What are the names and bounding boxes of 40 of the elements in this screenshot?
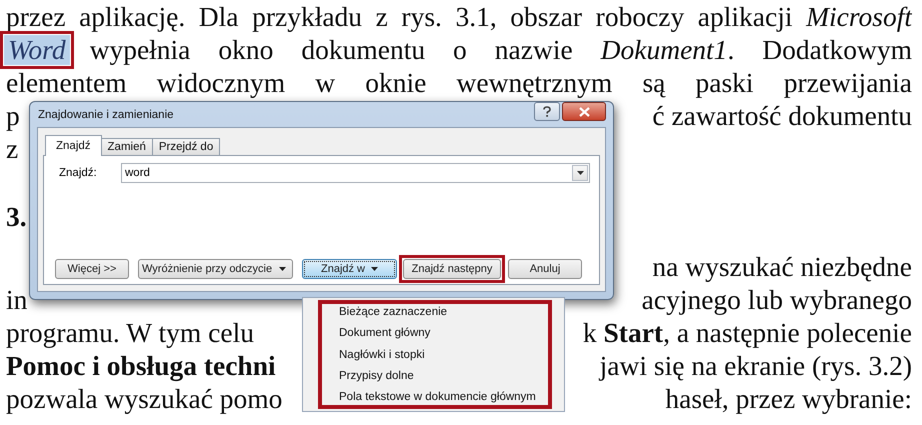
text-fragment: pozwala wyszukać pomo bbox=[6, 382, 282, 415]
button[interactable]: Znajdź następny bbox=[403, 259, 501, 279]
window-title: Znajdowanie i zamienianie bbox=[37, 108, 175, 120]
tab[interactable]: Przejdź do bbox=[152, 138, 220, 155]
text-fragment: acyjnego lub wybranego bbox=[642, 283, 912, 316]
help-icon bbox=[542, 106, 552, 118]
text-fragment: in bbox=[6, 283, 28, 316]
text-fragment: p bbox=[6, 99, 20, 132]
text-line: elementem widocznym w oknie wewnętrznym są paski przewijania bbox=[6, 66, 912, 99]
caret-icon bbox=[371, 267, 378, 271]
button[interactable]: Więcej >> bbox=[55, 259, 129, 279]
button[interactable]: Wyróżnienie przy odczycie bbox=[138, 259, 293, 279]
text-fragment: programu. W tym celu bbox=[6, 316, 254, 349]
text-fragment: Pomoc i obsługa techni bbox=[6, 349, 276, 382]
selected-word: Word bbox=[4, 34, 70, 64]
tab[interactable]: Zamień bbox=[100, 138, 153, 155]
text-line: wypełnia okno dokumentu o nazwie Dokument1. Dodatkowym bbox=[90, 33, 912, 66]
text-fragment: haseł, przez wybranie: bbox=[665, 382, 912, 415]
field-label: Znajdź: bbox=[59, 167, 98, 179]
text-fragment: na wyszukać niezbędne bbox=[652, 250, 912, 283]
input-field[interactable]: word bbox=[121, 163, 590, 183]
close-icon bbox=[578, 106, 590, 116]
menu-item[interactable]: Bieżące zaznaczenie bbox=[339, 304, 548, 320]
caret-icon bbox=[576, 171, 584, 175]
menu-item[interactable]: Dokument główny bbox=[339, 325, 548, 342]
text-fragment: z bbox=[6, 132, 18, 165]
close-button[interactable] bbox=[562, 102, 606, 121]
text-fragment: jawi się na ekranie (rys. 3.2) bbox=[600, 349, 912, 382]
dropdown-button[interactable] bbox=[572, 165, 588, 181]
menu-item[interactable]: Pola tekstowe w dokumencie głównym bbox=[339, 389, 548, 405]
text-fragment: ć zawartość dokumentu bbox=[652, 99, 912, 132]
caret-icon bbox=[279, 267, 286, 271]
button[interactable]: Anuluj bbox=[508, 259, 582, 279]
text-fragment: k Start, a następnie polecenie bbox=[582, 316, 912, 349]
tab[interactable]: Znajdź bbox=[45, 135, 102, 156]
button[interactable]: Znajdź w bbox=[302, 259, 397, 279]
help-button[interactable] bbox=[534, 102, 560, 121]
text-fragment: 3. bbox=[6, 200, 27, 233]
menu-item[interactable]: Nagłówki i stopki bbox=[339, 346, 548, 362]
menu-item[interactable]: Przypisy dolne bbox=[339, 368, 548, 384]
